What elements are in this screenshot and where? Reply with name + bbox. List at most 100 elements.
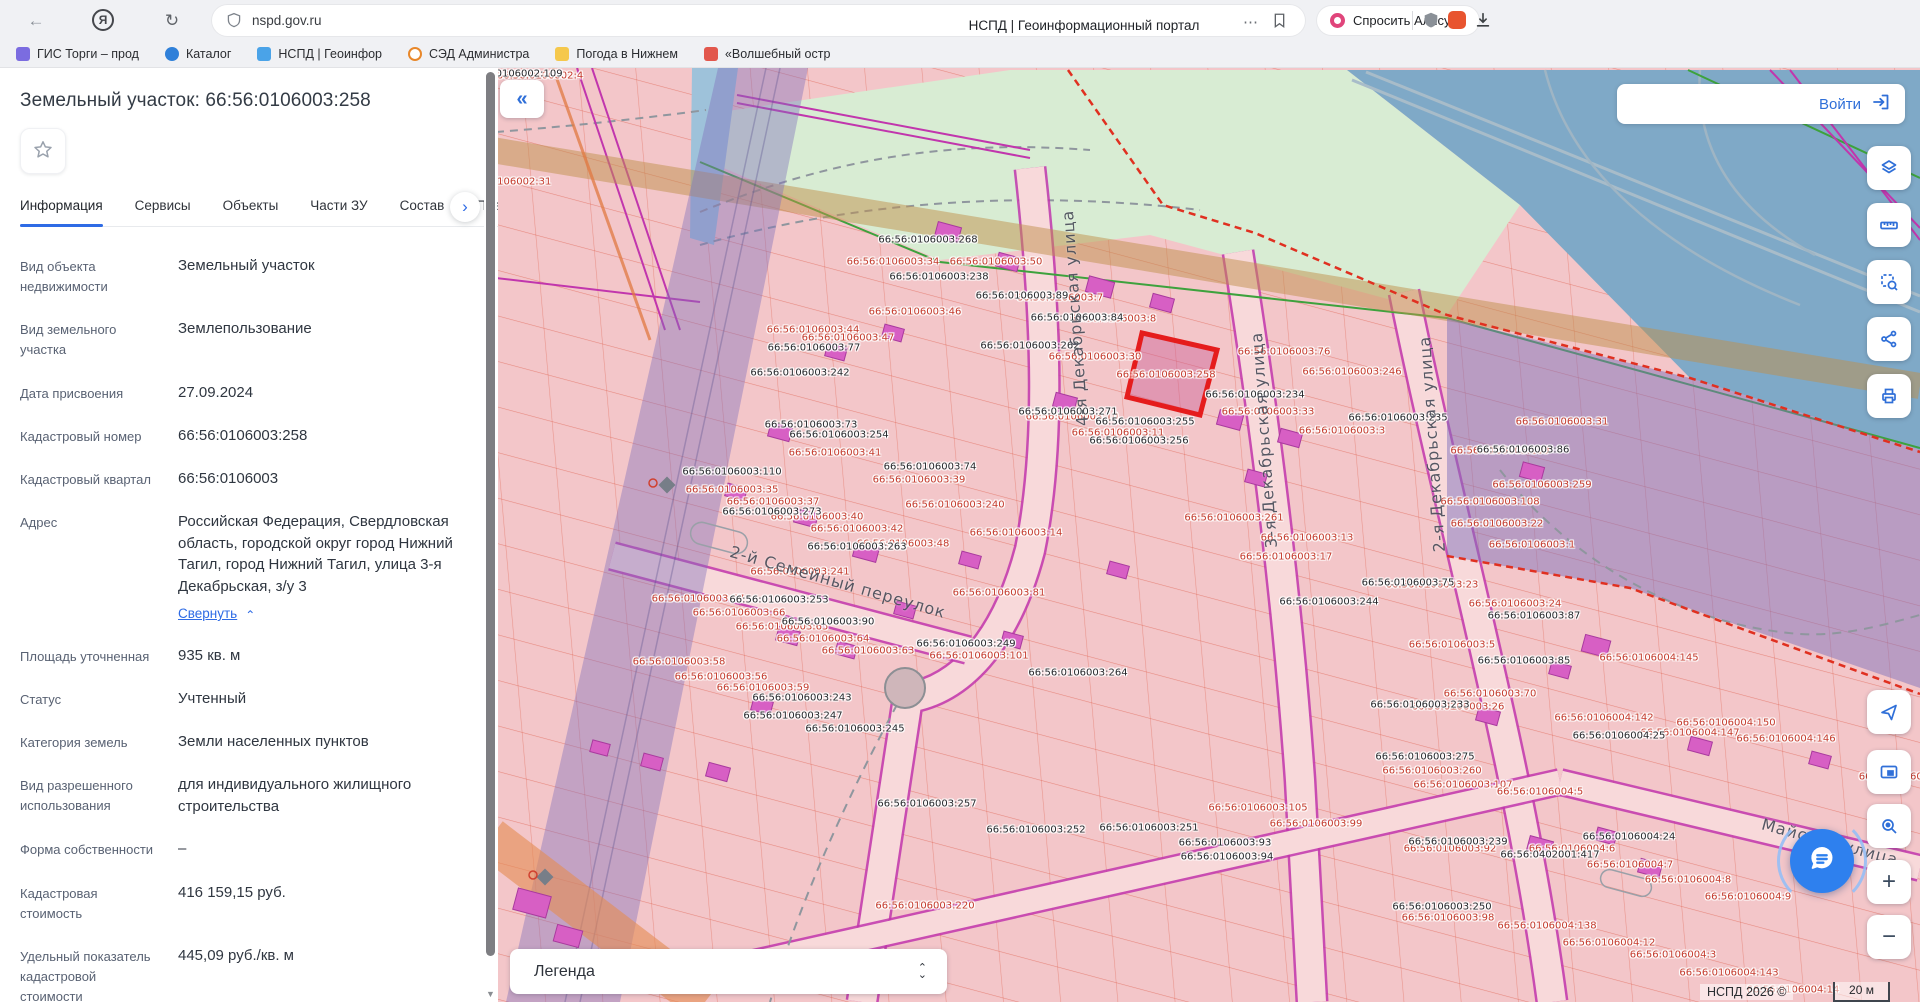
tab-2[interactable]: Сервисы	[135, 190, 191, 226]
shield-extension-icon[interactable]	[1420, 9, 1442, 31]
protect-shield-icon	[226, 12, 242, 33]
field-row: Вид разрешенного использованиядля индиви…	[20, 774, 464, 818]
scale-bar: 20 м	[1833, 982, 1890, 1002]
overview-map-button[interactable]	[1867, 750, 1911, 794]
field-row: Статус Учтенный	[20, 688, 464, 710]
legend-bar[interactable]: Легенда ⌃⌄	[510, 949, 947, 994]
selected-parcel-highlight	[1127, 333, 1217, 415]
field-label: Вид разрешенного использования	[20, 774, 162, 818]
browser-window: ← Я ↻ nspd.gov.ru НСПД | Геоинформационн…	[0, 0, 1920, 1002]
browser-toolbar: ← Я ↻ nspd.gov.ru НСПД | Геоинформационн…	[0, 0, 1920, 41]
measure-ruler-button[interactable]	[1867, 203, 1911, 247]
bookmark-label: НСПД | Геоинфор	[278, 47, 382, 61]
object-info-panel: Земельный участок: 66:56:0106003:258 Инф…	[0, 68, 498, 1002]
tabs-next-button[interactable]: ›	[450, 192, 480, 222]
bookmark-favicon	[555, 47, 569, 61]
field-label: Вид земельного участка	[20, 318, 162, 360]
collapse-address-link[interactable]: Свернуть⌃	[178, 604, 464, 624]
map-canvas[interactable]: 66:56:0106002:466:56:0106002:3166:56:010…	[498, 68, 1920, 1002]
bookmark-item[interactable]: НСПД | Геоинфор	[257, 47, 382, 61]
field-label: Кадастровый квартал	[20, 468, 162, 490]
bookmark-favicon	[165, 47, 179, 61]
legend-collapse-icon[interactable]: ⌃⌄	[918, 965, 927, 979]
zoom-out-button[interactable]: −	[1867, 915, 1911, 959]
tab-5[interactable]: Состав	[400, 190, 445, 226]
zoom-in-button[interactable]: +	[1867, 860, 1911, 904]
scrollbar-down-arrow[interactable]: ▼	[486, 989, 495, 999]
panel-scrollbar[interactable]: ▼	[484, 68, 497, 1002]
field-value: 445,09 руб./кв. м	[178, 945, 464, 967]
login-icon	[1871, 92, 1891, 117]
field-label: Вид объекта недвижимости	[20, 255, 162, 297]
print-button[interactable]	[1867, 374, 1911, 418]
field-label: Адрес	[20, 511, 162, 624]
bookmark-flag-icon[interactable]	[1272, 12, 1287, 34]
field-value: 416 159,15 руб.	[178, 882, 464, 904]
downloads-icon[interactable]	[1472, 9, 1494, 31]
field-row: Форма собственности–	[20, 838, 464, 860]
bookmark-label: «Волшебный остр	[725, 47, 830, 61]
layers-button[interactable]	[1867, 146, 1911, 190]
field-row: Категория земельЗемли населенных пунктов	[20, 731, 464, 753]
back-icon[interactable]: ←	[24, 9, 48, 33]
chat-button[interactable]	[1790, 829, 1854, 893]
bookmark-item[interactable]: «Волшебный остр	[704, 47, 830, 61]
page-title: Земельный участок: 66:56:0106003:258	[20, 90, 464, 112]
attributes-list: Вид объекта недвижимости Земельный участо…	[20, 255, 464, 1002]
tab-4[interactable]: Части ЗУ	[310, 190, 367, 226]
scrollbar-thumb[interactable]	[486, 72, 495, 956]
more-menu-icon[interactable]: ⋯	[1243, 13, 1259, 31]
yandex-browser-icon[interactable]: Я	[92, 9, 114, 31]
reload-icon[interactable]: ↻	[160, 9, 184, 33]
field-label: Удельный показатель кадастровой стоимост…	[20, 945, 162, 1002]
map-attribution: НСПД 2026 ©	[1700, 984, 1793, 1000]
favorite-button[interactable]	[20, 128, 66, 174]
field-row: Кадастровый номер66:56:0106003:258	[20, 425, 464, 447]
field-value: –	[178, 838, 464, 860]
alice-icon	[1330, 13, 1345, 28]
field-label: Статус	[20, 688, 162, 710]
field-label: Форма собственности	[20, 838, 162, 860]
tab-1[interactable]: Информация	[20, 190, 103, 226]
share-button[interactable]	[1867, 317, 1911, 361]
field-value: Земельный участок	[178, 255, 464, 277]
my-location-button[interactable]	[1867, 690, 1911, 734]
area-select-button[interactable]	[1867, 260, 1911, 304]
field-value: Российская Федерация, Свердловская облас…	[178, 511, 464, 598]
bookmark-item[interactable]: Каталог	[165, 47, 231, 61]
bookmark-item[interactable]: СЭД Администра	[408, 47, 529, 61]
login-button[interactable]: Войти	[1617, 84, 1905, 124]
bookmark-label: Погода в Нижнем	[576, 47, 678, 61]
field-value: 27.09.2024	[178, 382, 464, 404]
tab-3[interactable]: Объекты	[223, 190, 279, 226]
bookmark-label: ГИС Торги – прод	[37, 47, 139, 61]
field-value: Учтенный	[178, 688, 464, 710]
field-value: 66:56:0106003:258	[178, 425, 464, 447]
extension-icon[interactable]	[1448, 11, 1466, 29]
bookmark-item[interactable]: ГИС Торги – прод	[16, 47, 139, 61]
bookmark-favicon	[408, 47, 422, 61]
field-label: Площадь уточненная	[20, 645, 162, 667]
field-row: Удельный показатель кадастровой стоимост…	[20, 945, 464, 1002]
field-row: Дата присвоения27.09.2024	[20, 382, 464, 404]
field-value: 935 кв. м	[178, 645, 464, 667]
toolbar-divider	[1412, 11, 1413, 30]
bookmark-favicon	[257, 47, 271, 61]
field-value: 66:56:0106003	[178, 468, 464, 490]
address-bar[interactable]: nspd.gov.ru НСПД | Геоинформационный пор…	[212, 5, 1305, 36]
url-text: nspd.gov.ru	[252, 13, 322, 28]
field-row: Площадь уточненная 935 кв. м	[20, 645, 464, 667]
field-row: АдресРоссийская Федерация, Свердловская …	[20, 511, 464, 624]
panel-tabs: ИнформацияСервисыОбъектыЧасти ЗУСоставПр…	[20, 190, 498, 227]
panel-collapse-button[interactable]: «	[500, 80, 544, 118]
bookmark-label: СЭД Администра	[429, 47, 529, 61]
bookmark-item[interactable]: Погода в Нижнем	[555, 47, 678, 61]
search-on-map-button[interactable]	[1867, 804, 1911, 848]
chat-icon	[1806, 843, 1838, 880]
star-icon	[32, 139, 54, 164]
bookmarks-bar: ГИС Торги – прод Каталог НСПД | Геоинфор СЭ…	[0, 41, 1920, 68]
field-value: Землепользование	[178, 318, 464, 340]
field-row: Кадастровая стоимость 416 159,15 руб.	[20, 882, 464, 924]
bookmark-favicon	[704, 47, 718, 61]
field-label: Кадастровая стоимость	[20, 882, 162, 924]
